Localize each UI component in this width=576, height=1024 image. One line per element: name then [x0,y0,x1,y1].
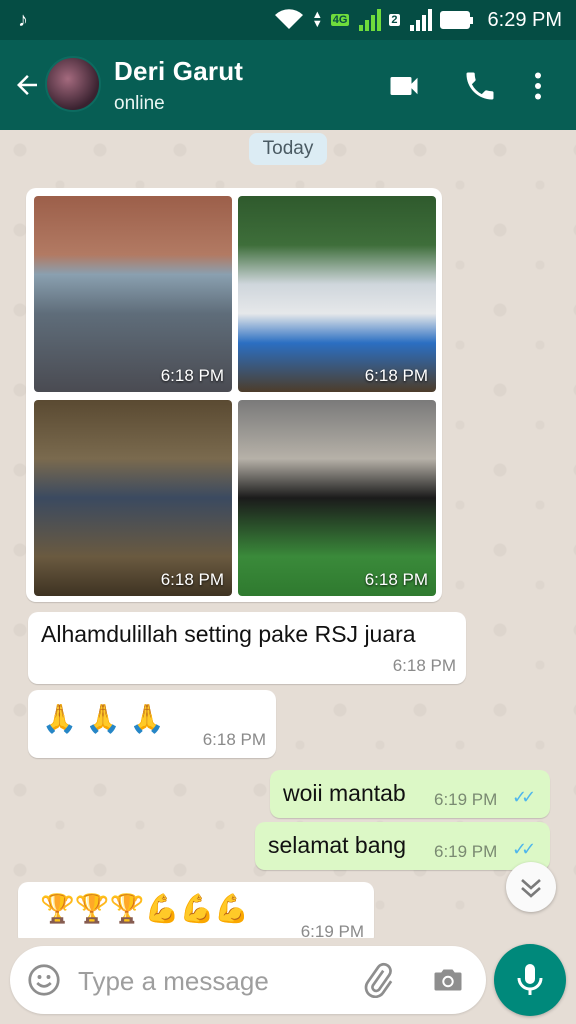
message-emoji: 🏆🏆🏆💪💪💪 [40,892,250,925]
photo-timestamp: 6:18 PM [160,570,224,589]
read-receipt-icon: ✓✓ [512,787,536,807]
read-receipt-icon: ✓✓ [512,839,536,859]
mic-button[interactable] [494,944,566,1016]
status-icons: ▲ ▼ 4G 2 6:29 PM [274,6,562,34]
contact-status: online [114,93,165,114]
more-vert-icon[interactable] [520,68,556,104]
status-bar: ♪ ▲ ▼ 4G 2 6:29 PM [0,0,576,40]
message-text: Alhamdulillah setting pake RSJ juara [41,621,416,647]
back-arrow-icon[interactable] [12,70,42,100]
message-time: 6:19 PM [300,922,364,938]
emoji-icon[interactable] [26,962,62,998]
double-chevron-down-icon [521,879,541,898]
signal-strength-icon-sim1 [359,9,382,31]
message-composer[interactable]: Type a message [10,946,486,1014]
message-bubble-outgoing[interactable]: woii mantab 6:19 PM ✓✓ [270,770,550,818]
wifi-icon [274,9,303,29]
signal-strength-icon-sim2 [409,9,432,31]
status-time: 6:29 PM [487,8,562,31]
mic-icon [517,964,543,995]
camera-icon[interactable] [430,962,466,998]
date-chip: Today [249,133,327,165]
photo-4[interactable]: 6:18 PM [238,400,436,596]
avatar[interactable] [45,56,101,112]
message-text: woii mantab [283,780,406,806]
message-time: 6:19 PM [434,842,498,861]
photo-timestamp: 6:18 PM [364,366,428,385]
photo-3[interactable]: 6:18 PM [34,400,232,596]
message-text: selamat bang [268,832,407,858]
sim1-badge: 4G [330,14,350,26]
photo-1[interactable]: 6:18 PM [34,196,232,392]
message-emoji: 🙏 🙏 🙏 [42,702,165,735]
message-bubble-incoming[interactable]: 🙏 🙏 🙏 6:18 PM [28,690,276,758]
message-time: 6:18 PM [392,656,456,675]
photo-album-bubble[interactable]: 6:18 PM 6:18 PM 6:18 PM 6:18 PM [26,188,442,602]
attach-icon[interactable] [360,962,396,998]
message-bubble-incoming[interactable]: 🏆🏆🏆💪💪💪 6:19 PM [18,882,374,938]
message-input[interactable]: Type a message [78,966,269,997]
chat-header: Deri Garut online [0,40,576,130]
message-time: 6:18 PM [202,730,266,749]
phone-icon[interactable] [462,68,498,104]
sim2-badge: 2 [389,14,400,26]
contact-name[interactable]: Deri Garut [114,56,243,87]
video-call-icon[interactable] [386,68,422,104]
photo-2[interactable]: 6:18 PM [238,196,436,392]
data-arrows-icon: ▲ ▼ [311,9,323,30]
scroll-to-bottom-button[interactable] [506,862,556,912]
message-bubble-incoming[interactable]: Alhamdulillah setting pake RSJ juara 6:1… [28,612,466,684]
chat-area[interactable]: Today 6:18 PM 6:18 PM 6:18 PM 6:18 PM Al… [0,130,576,938]
message-time: 6:19 PM [434,790,498,809]
photo-timestamp: 6:18 PM [364,570,428,589]
battery-icon [439,11,473,29]
photo-timestamp: 6:18 PM [160,366,224,385]
tiktok-icon: ♪ [18,9,28,31]
